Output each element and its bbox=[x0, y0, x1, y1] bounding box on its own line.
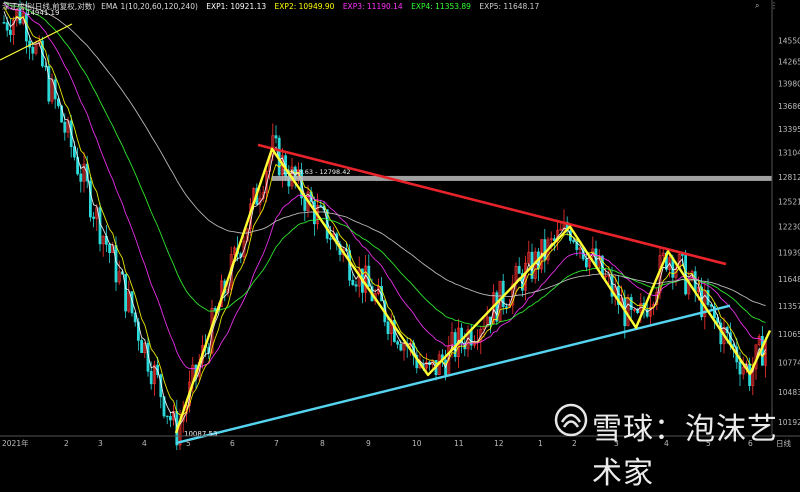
candle-body bbox=[9, 29, 12, 35]
ema-label: EMA bbox=[101, 2, 118, 11]
candle-body bbox=[140, 340, 144, 354]
x-tick-label: 12 bbox=[494, 439, 504, 448]
top-toolbar: ⌕ ⋮ bbox=[747, 1, 778, 11]
y-tick-label: 13395 bbox=[778, 125, 800, 134]
y-tick-label: 11648 bbox=[778, 275, 800, 284]
candle-body bbox=[328, 238, 332, 240]
candle-body bbox=[98, 207, 102, 245]
y-tick-label: 12230 bbox=[778, 223, 800, 232]
candle-body bbox=[79, 173, 83, 182]
exp2-value: EXP2: 10949.90 bbox=[274, 2, 335, 11]
y-tick-label: 13104 bbox=[778, 149, 800, 158]
exp1-value: EXP1: 10921.13 bbox=[206, 2, 267, 11]
y-tick-label: 12812 bbox=[778, 173, 800, 182]
y-tick-label: 13686 bbox=[778, 102, 800, 111]
candles-layer bbox=[2, 0, 768, 450]
y-tick-label: 11065 bbox=[778, 330, 800, 339]
x-tick-label: 7 bbox=[274, 439, 279, 448]
y-tick-label: 14550 bbox=[778, 36, 800, 45]
price-chart[interactable]: 12818.63 - 12798.4214941.1910087.53 1455… bbox=[0, 0, 800, 450]
candle-body bbox=[396, 341, 400, 345]
ema-line-exp5 bbox=[3, 1, 766, 307]
x-tick-label: 9 bbox=[366, 439, 371, 448]
candle-body bbox=[165, 415, 169, 418]
candle-body bbox=[517, 265, 521, 274]
x-tick-label: 5 bbox=[186, 439, 191, 448]
low-label: 10087.53 bbox=[184, 430, 217, 438]
range-label: 12818.63 - 12798.42 bbox=[282, 168, 351, 176]
exp4-value: EXP4: 11353.89 bbox=[411, 2, 471, 11]
xueqiu-logo-icon bbox=[554, 403, 588, 437]
y-tick-label: 12521 bbox=[778, 197, 800, 206]
candle-body bbox=[124, 273, 128, 312]
candle-body bbox=[386, 321, 390, 334]
x-tick-label: 2 bbox=[64, 439, 69, 448]
exp3-value: EXP3: 11190.14 bbox=[342, 2, 403, 11]
candle-body bbox=[5, 22, 9, 31]
candle-body bbox=[303, 197, 307, 211]
search-icon[interactable]: ⌕ bbox=[755, 1, 759, 10]
y-tick-label: 11939 bbox=[778, 248, 800, 257]
candle-body bbox=[572, 240, 576, 243]
y-tick-label: 13980 bbox=[778, 79, 800, 88]
candle-body bbox=[738, 361, 742, 375]
candle-body bbox=[114, 245, 118, 283]
y-tick-label: 10483 bbox=[778, 388, 800, 397]
ema-line-exp2 bbox=[3, 6, 766, 416]
candle-body bbox=[2, 22, 6, 24]
y-tick-label: 11357 bbox=[778, 302, 800, 311]
candle-body bbox=[213, 307, 217, 311]
candle-body bbox=[108, 244, 112, 253]
candle-body bbox=[274, 135, 278, 139]
candle-body bbox=[504, 306, 508, 308]
candle-body bbox=[399, 343, 403, 351]
x-tick-label: 1 bbox=[538, 439, 543, 448]
drawings-layer: 12818.63 - 12798.4214941.1910087.53 bbox=[0, 9, 772, 445]
candle-body bbox=[629, 297, 633, 310]
x-tick-label: 4 bbox=[142, 439, 147, 448]
x-tick-label: 10 bbox=[412, 439, 422, 448]
candle-body bbox=[169, 416, 172, 421]
candle-body bbox=[149, 370, 153, 385]
more-icon[interactable]: ⋮ bbox=[770, 1, 778, 10]
x-tick-label: 3 bbox=[98, 439, 103, 448]
x-tick-label: 8 bbox=[320, 439, 325, 448]
ema-lines-layer bbox=[3, 1, 767, 428]
watermark-text: 雪球：泡沫艺术家 bbox=[592, 412, 778, 491]
exp5-value: EXP5: 11648.17 bbox=[479, 2, 540, 11]
y-tick-label: 14265 bbox=[778, 58, 800, 67]
x-tick-label: 2021年 bbox=[2, 438, 29, 448]
horizontal-band bbox=[272, 175, 772, 181]
candle-body bbox=[351, 279, 355, 286]
candle-body bbox=[92, 216, 96, 219]
index-title: 深证成指(日线,前复权,对数) bbox=[2, 2, 96, 11]
ema-line-exp1 bbox=[3, 11, 767, 428]
x-tick-label: 6 bbox=[230, 439, 235, 448]
chart-legend: 深证成指(日线,前复权,对数) EMA 1(10,20,60,120,240) EX… bbox=[2, 1, 545, 12]
candle-body bbox=[31, 46, 35, 54]
y-axis: 14550 14265 13980 13686 13395 13104 12812 12521… bbox=[771, 0, 800, 436]
candle-body bbox=[63, 121, 67, 133]
y-tick-label: 10774 bbox=[778, 358, 800, 367]
ema-params: 1(10,20,60,120,240) bbox=[120, 2, 198, 11]
x-tick-label: 2 bbox=[572, 439, 577, 448]
candle-body bbox=[584, 258, 588, 268]
candle-body bbox=[319, 205, 323, 207]
resistance-line bbox=[257, 143, 727, 266]
x-tick-label: 11 bbox=[454, 439, 464, 448]
candle-body bbox=[354, 284, 358, 287]
